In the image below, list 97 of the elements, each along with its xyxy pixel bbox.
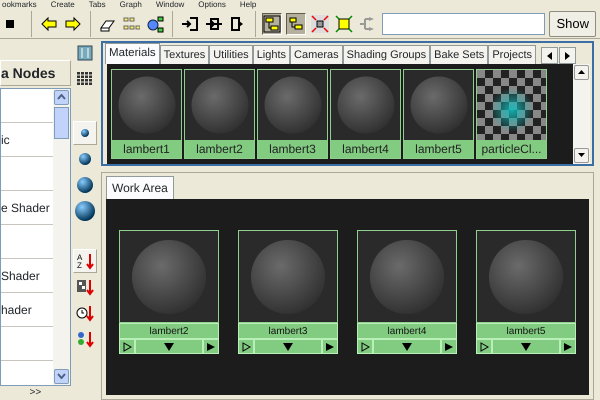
output-button[interactable] [203,339,219,354]
swatch-label: lambert1 [112,140,181,158]
sphere-icon [487,238,565,316]
output-button[interactable] [560,339,576,354]
tab[interactable]: Materials [105,43,160,64]
panel-header: a Nodes [0,60,71,86]
menu-item[interactable]: Create [50,0,75,9]
shrink-icon[interactable] [310,12,330,34]
up-triangle-icon [577,69,586,76]
expand-button[interactable]: >> [0,386,71,400]
tab[interactable]: Bake Sets [430,45,488,64]
menu-item[interactable]: Window [156,0,184,9]
down-triangle-icon [402,342,412,350]
down-triangle-icon [283,342,293,350]
play-icon [326,342,334,352]
node-label: lambert4 [357,323,457,339]
graph-icon[interactable] [262,12,282,34]
input-button[interactable] [119,339,135,354]
left-triangle-icon [547,52,552,60]
menu-item[interactable]: Help [240,0,256,9]
sphere-icon [249,238,327,316]
output-button[interactable] [322,339,338,354]
swatch-label: lambert4 [331,140,400,158]
material-swatch[interactable]: particleCl... [476,69,547,159]
menu-item[interactable]: Graph [120,0,142,9]
scroll-left-button[interactable] [541,47,558,64]
material-swatch[interactable]: lambert4 [330,69,401,159]
sphere-icon [408,75,468,135]
list-item[interactable]: hader [1,300,32,318]
menu-item[interactable]: Options [198,0,226,9]
tab[interactable]: Cameras [290,45,343,64]
expand-button[interactable] [254,339,322,354]
material-swatch[interactable]: lambert1 [111,69,182,159]
scroll-down-button[interactable] [574,148,589,163]
node-label: lambert3 [238,323,338,339]
material-swatch[interactable]: lambert5 [403,69,474,159]
menu-item[interactable]: Tabs [88,0,106,9]
play-outline-icon [242,342,250,352]
scroll-up-button[interactable] [574,65,589,80]
down-triangle-icon [521,342,531,350]
down-triangle-icon [577,152,586,158]
list-item[interactable]: e Shader [1,198,50,216]
output-button[interactable] [441,339,457,354]
material-node[interactable] [357,230,457,323]
expand-button[interactable] [135,339,203,354]
input-button[interactable] [476,339,492,354]
show-button[interactable]: Show [549,10,596,36]
swatch-label: lambert5 [404,140,473,158]
play-outline-icon [480,342,488,352]
expand-icon[interactable] [334,12,354,34]
input-button[interactable] [238,339,254,354]
material-swatch[interactable]: lambert3 [257,69,328,159]
input-button[interactable] [357,339,373,354]
sphere-icon [262,75,322,135]
sphere-icon [336,75,396,135]
sphere-icon [190,75,250,135]
expand-button[interactable] [492,339,560,354]
play-outline-icon [360,342,370,352]
right-triangle-icon [565,52,570,60]
menu-item[interactable]: ookmarks [2,0,37,9]
scrollbar[interactable] [52,89,70,385]
material-node[interactable] [476,230,576,323]
checker-texture-icon [477,70,546,140]
play-icon [564,342,572,352]
scrollbar[interactable] [573,64,590,164]
scroll-thumb[interactable] [54,107,69,139]
tab[interactable]: Projects [488,45,536,64]
sphere-icon [368,238,446,316]
down-caret-icon [56,373,66,380]
list-item[interactable]: ic [1,130,10,148]
tab[interactable]: Textures [160,45,210,64]
up-caret-icon [56,94,66,100]
tab[interactable]: Lights [252,45,290,64]
scroll-right-button[interactable] [559,47,576,64]
node-label: lambert5 [476,323,576,339]
tab[interactable]: Shading Groups [342,45,430,64]
sphere-icon [130,238,208,316]
material-node[interactable] [238,230,338,323]
search-field[interactable] [382,12,546,34]
play-icon [445,342,453,352]
swatch-label: lambert2 [185,140,254,158]
material-node[interactable] [119,230,219,323]
material-swatch[interactable]: lambert2 [184,69,255,159]
sort-alpha-icon[interactable]: A Z [72,249,97,273]
ball-icon[interactable] [72,199,97,223]
list-item[interactable]: Shader [1,266,40,284]
graph-icon[interactable] [286,12,306,34]
swatch-label: particleCl... [477,140,546,158]
sphere-icon [116,75,176,135]
play-outline-icon [122,342,132,352]
tab[interactable]: Utilities [209,45,253,64]
node-label: lambert2 [119,323,219,339]
expand-button[interactable] [373,339,441,354]
play-icon [207,342,215,352]
down-triangle-icon [164,342,174,350]
swatch-label: lambert3 [258,140,327,158]
tab[interactable]: Work Area [106,176,174,199]
